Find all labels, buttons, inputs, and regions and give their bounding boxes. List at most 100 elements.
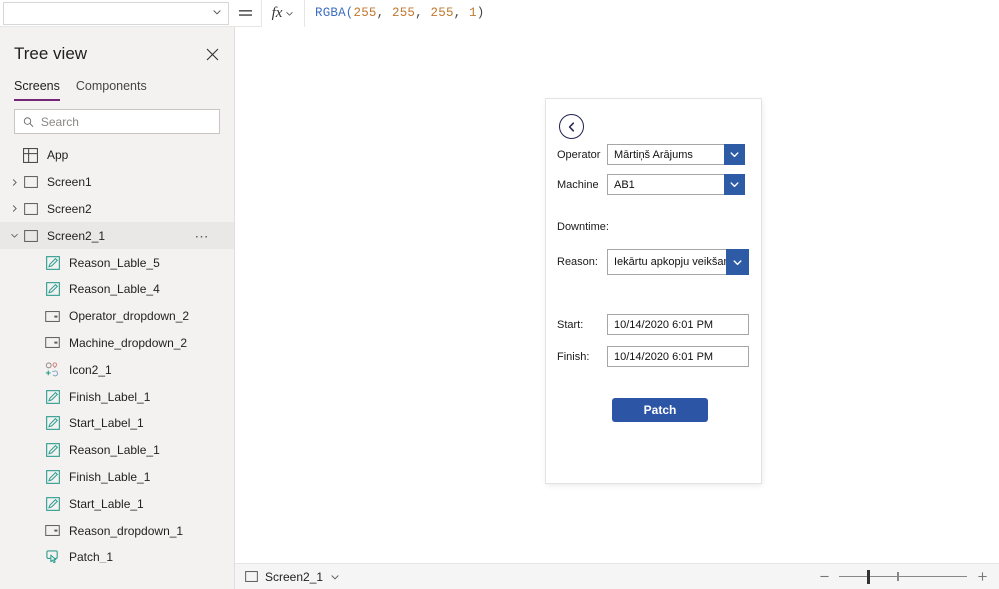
downtime-label: Downtime: [557, 221, 609, 233]
tree-item-app[interactable]: App [0, 142, 234, 169]
label-icon [44, 468, 61, 485]
chevron-placeholder [6, 415, 22, 431]
chevron-placeholder [6, 389, 22, 405]
app-icon [22, 147, 39, 164]
tree-item-finish_label_1[interactable]: Finish_Label_1 [0, 383, 234, 410]
reason-dropdown[interactable]: Iekārtu apkopju veikšana [607, 249, 749, 275]
zoom-slider-track [839, 575, 967, 577]
chevron-down-icon[interactable] [330, 572, 340, 582]
finish-label: Finish: [557, 350, 590, 363]
zoom-slider-thumb[interactable] [867, 569, 870, 584]
chevron-down-icon[interactable] [6, 228, 22, 244]
tree-item-icon2_1[interactable]: Icon2_1 [0, 356, 234, 383]
label-icon [44, 442, 61, 459]
screen-icon [245, 571, 258, 582]
close-icon[interactable] [202, 44, 222, 64]
formula-input[interactable]: RGBA(255, 255, 255, 1) [305, 0, 999, 27]
dropdown-icon [44, 308, 61, 325]
tree-item-finish_lable_1[interactable]: Finish_Lable_1 [0, 464, 234, 491]
formula-arg-0: 255 [353, 6, 377, 20]
dropdown-icon [44, 522, 61, 539]
tree-item-reason_lable_4[interactable]: Reason_Lable_4 [0, 276, 234, 303]
more-options-icon[interactable]: ⋯ [195, 229, 211, 243]
chevron-placeholder [6, 523, 22, 539]
app-screen-canvas[interactable]: Operator Mārtiņš Arājums Machine AB1 Dow… [546, 99, 761, 483]
chevron-placeholder [6, 496, 22, 512]
tree-item-label: Finish_Label_1 [69, 389, 151, 404]
formula-function: RGBA( [315, 6, 354, 20]
operator-label: Operator [557, 148, 601, 161]
start-datetime-input[interactable]: 10/14/2020 6:01 PM [607, 314, 749, 335]
chevron-right-icon[interactable] [6, 174, 22, 190]
search-input[interactable] [40, 114, 211, 129]
minus-icon[interactable] [817, 570, 831, 584]
tree-item-reason_lable_1[interactable]: Reason_Lable_1 [0, 437, 234, 464]
reason-dropdown-value: Iekārtu apkopju veikšana [607, 249, 726, 275]
chevron-placeholder [6, 469, 22, 485]
tree-view-tabs: Screens Components [0, 73, 234, 101]
finish-field-row: Finish: 10/14/2020 6:01 PM [557, 346, 749, 367]
tree-item-operator_dropdown_2[interactable]: Operator_dropdown_2 [0, 303, 234, 330]
label-icon [44, 415, 61, 432]
chevron-right-icon[interactable] [6, 201, 22, 217]
start-field-row: Start: 10/14/2020 6:01 PM [557, 314, 749, 335]
tree-item-reason_lable_5[interactable]: Reason_Lable_5 [0, 249, 234, 276]
finish-datetime-input[interactable]: 10/14/2020 6:01 PM [607, 346, 749, 367]
chevron-down-icon[interactable] [724, 174, 745, 195]
zoom-slider[interactable] [839, 569, 967, 584]
formula-bar: fx RGBA(255, 255, 255, 1) [0, 0, 999, 27]
plus-icon[interactable] [975, 570, 989, 584]
screen-selector-label: Screen2_1 [265, 569, 324, 584]
operator-dropdown-value: Mārtiņš Arājums [607, 144, 724, 165]
tree-item-start_lable_1[interactable]: Start_Lable_1 [0, 490, 234, 517]
chevron-placeholder [6, 281, 22, 297]
chevron-placeholder [6, 362, 22, 378]
power-apps-studio-window: fx RGBA(255, 255, 255, 1) Tree view Scre… [0, 0, 999, 589]
tree-item-label: Finish_Lable_1 [69, 469, 151, 484]
tree-item-label: Reason_Lable_5 [69, 255, 160, 270]
chevron-down-icon[interactable] [724, 144, 745, 165]
tree-item-label: Screen2 [47, 201, 92, 216]
machine-label: Machine [557, 178, 599, 191]
tree-item-label: Screen1 [47, 175, 92, 190]
search-box[interactable] [14, 109, 220, 134]
dropdown-icon [44, 334, 61, 351]
equals-icon [238, 9, 252, 16]
chevron-placeholder [6, 147, 22, 163]
label-icon [44, 281, 61, 298]
page-title: Tree view [14, 44, 88, 63]
tree-view-panel: Tree view Screens Components App Screen1 S… [0, 27, 235, 589]
chevron-down-icon [212, 7, 222, 20]
machine-dropdown[interactable]: AB1 [607, 174, 745, 195]
formula-arg-1: 255 [392, 6, 416, 20]
screen-selector[interactable]: Screen2_1 [245, 570, 340, 584]
tree-item-screen2_1[interactable]: Screen2_1 ⋯ [0, 222, 234, 250]
equals-button[interactable] [229, 0, 261, 27]
tree-item-machine_dropdown_2[interactable]: Machine_dropdown_2 [0, 330, 234, 357]
tree-item-label: Reason_Lable_4 [69, 282, 160, 297]
tree-item-label: Icon2_1 [69, 362, 112, 377]
tab-screens[interactable]: Screens [14, 79, 60, 101]
tree-item-reason_dropdown_1[interactable]: Reason_dropdown_1 [0, 517, 234, 544]
tree-item-label: Reason_Lable_1 [69, 443, 160, 458]
tree-item-label: Start_Lable_1 [69, 496, 144, 511]
search-icon [23, 116, 34, 127]
label-icon [44, 388, 61, 405]
tree-item-screen2[interactable]: Screen2 [0, 196, 234, 223]
tree-item-screen1[interactable]: Screen1 [0, 169, 234, 196]
formula-arg-3: 1 [469, 6, 477, 20]
property-select[interactable] [3, 1, 229, 25]
fx-button[interactable]: fx [261, 0, 305, 27]
operator-dropdown[interactable]: Mārtiņš Arājums [607, 144, 745, 165]
tab-components[interactable]: Components [76, 79, 147, 101]
chevron-placeholder [6, 255, 22, 271]
patch-button[interactable]: Patch [612, 398, 708, 422]
chevron-left-circle-icon[interactable] [559, 114, 584, 139]
formula-close-paren: ) [476, 6, 485, 20]
screen-icon [22, 174, 39, 191]
reason-field-row: Reason: Iekārtu apkopju veikšana [557, 249, 749, 275]
chevron-down-icon[interactable] [726, 249, 749, 275]
tree-item-start_label_1[interactable]: Start_Label_1 [0, 410, 234, 437]
label-icon [44, 495, 61, 512]
canvas-area: Operator Mārtiņš Arājums Machine AB1 Dow… [235, 27, 999, 563]
